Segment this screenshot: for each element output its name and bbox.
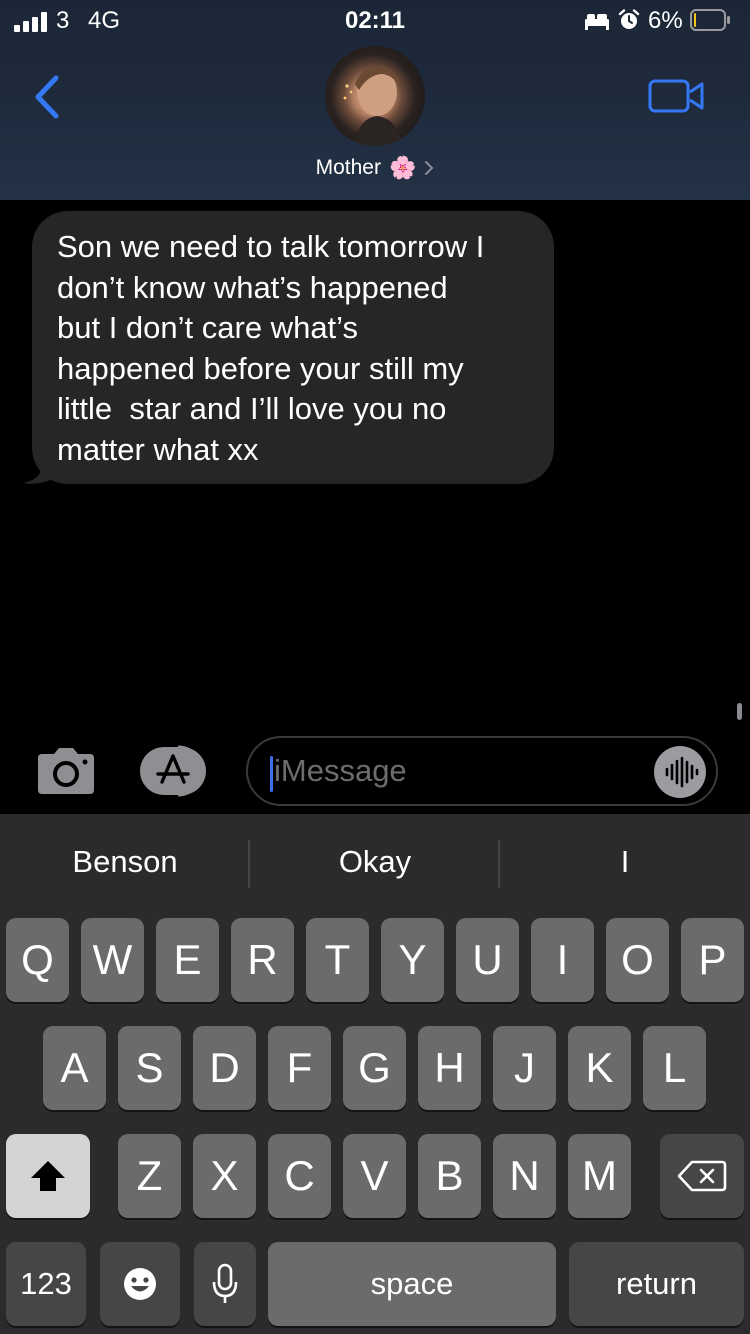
key-label: M bbox=[582, 1152, 617, 1199]
key-a[interactable]: A bbox=[43, 1026, 106, 1110]
key-label: N bbox=[509, 1152, 540, 1199]
key-label: Y bbox=[398, 936, 427, 983]
key-g[interactable]: G bbox=[343, 1026, 406, 1110]
imessage-input[interactable]: iMessage bbox=[246, 736, 718, 806]
key-c[interactable]: C bbox=[268, 1134, 331, 1218]
chevron-right-icon bbox=[425, 161, 434, 175]
return-key-label: return bbox=[616, 1266, 697, 1301]
key-label: B bbox=[435, 1152, 464, 1199]
key-j[interactable]: J bbox=[493, 1026, 556, 1110]
key-label: X bbox=[210, 1152, 239, 1199]
key-t[interactable]: T bbox=[306, 918, 369, 1002]
backspace-key[interactable] bbox=[660, 1134, 744, 1218]
key-y[interactable]: Y bbox=[381, 918, 444, 1002]
contact-avatar[interactable] bbox=[325, 46, 425, 146]
key-label: V bbox=[360, 1152, 389, 1199]
key-label: F bbox=[286, 1044, 313, 1091]
alarm-icon bbox=[618, 9, 640, 29]
key-d[interactable]: D bbox=[193, 1026, 256, 1110]
text-caret bbox=[270, 756, 273, 792]
key-label: E bbox=[173, 936, 202, 983]
flower-emoji: 🌸 bbox=[388, 155, 417, 180]
key-v[interactable]: V bbox=[343, 1134, 406, 1218]
contact-name: Mother bbox=[315, 156, 381, 179]
key-s[interactable]: S bbox=[118, 1026, 181, 1110]
key-w[interactable]: W bbox=[81, 918, 144, 1002]
key-label: J bbox=[514, 1044, 535, 1091]
key-e[interactable]: E bbox=[156, 918, 219, 1002]
key-label: K bbox=[585, 1044, 614, 1091]
key-i[interactable]: I bbox=[531, 918, 594, 1002]
microphone-icon bbox=[212, 1263, 238, 1303]
suggestion-3[interactable]: I bbox=[500, 844, 750, 880]
key-q[interactable]: Q bbox=[6, 918, 69, 1002]
key-z[interactable]: Z bbox=[118, 1134, 181, 1218]
key-label: Z bbox=[136, 1152, 163, 1199]
key-label: I bbox=[556, 936, 569, 983]
key-l[interactable]: L bbox=[643, 1026, 706, 1110]
space-key[interactable]: space bbox=[268, 1242, 556, 1326]
space-key-label: space bbox=[370, 1266, 454, 1301]
suggestion-1[interactable]: Benson bbox=[0, 844, 250, 880]
key-label: U bbox=[472, 936, 503, 983]
audio-waveform-icon[interactable] bbox=[654, 746, 706, 798]
key-p[interactable]: P bbox=[681, 918, 744, 1002]
numbers-key[interactable]: 123 bbox=[6, 1242, 86, 1326]
key-m[interactable]: M bbox=[568, 1134, 631, 1218]
backspace-icon bbox=[677, 1160, 727, 1192]
contact-name-row[interactable]: Mother 🌸 bbox=[0, 152, 750, 184]
emoji-key[interactable] bbox=[100, 1242, 180, 1326]
key-label: W bbox=[92, 936, 133, 983]
return-key[interactable]: return bbox=[569, 1242, 744, 1326]
key-label: S bbox=[135, 1044, 164, 1091]
camera-icon[interactable] bbox=[34, 746, 98, 796]
key-label: P bbox=[698, 936, 727, 983]
battery-percentage: 6% bbox=[648, 7, 683, 34]
app-store-icon[interactable] bbox=[136, 744, 216, 798]
status-bar: 3 4G 02:11 6% bbox=[0, 0, 750, 44]
predictive-bar: Benson Okay I bbox=[0, 814, 750, 914]
keyboard: Benson Okay I QWERTYU I OP ASDFGH J K L ZXCVBNM… bbox=[0, 814, 750, 1334]
key-label: A bbox=[60, 1044, 89, 1091]
back-chevron-icon[interactable] bbox=[28, 72, 68, 122]
video-camera-icon[interactable] bbox=[646, 76, 706, 116]
key-b[interactable]: B bbox=[418, 1134, 481, 1218]
key-label: C bbox=[284, 1152, 315, 1199]
battery-icon bbox=[690, 9, 730, 31]
shift-icon bbox=[31, 1161, 65, 1191]
incoming-message-bubble[interactable]: Son we need to talk tomorrow I don’t kno… bbox=[32, 211, 554, 484]
key-label: L bbox=[662, 1044, 687, 1091]
key-u[interactable]: U bbox=[456, 918, 519, 1002]
key-label: H bbox=[434, 1044, 465, 1091]
suggestion-2[interactable]: Okay bbox=[250, 844, 500, 880]
key-o[interactable]: O bbox=[606, 918, 669, 1002]
bed-icon bbox=[585, 14, 609, 30]
key-label: Q bbox=[21, 936, 54, 983]
key-r[interactable]: R bbox=[231, 918, 294, 1002]
scroll-indicator bbox=[737, 703, 742, 720]
shift-key[interactable] bbox=[6, 1134, 90, 1218]
key-n[interactable]: N bbox=[493, 1134, 556, 1218]
key-label: R bbox=[247, 936, 278, 983]
message-text: Son we need to talk tomorrow I don’t kno… bbox=[57, 229, 485, 467]
key-label: O bbox=[621, 936, 654, 983]
key-f[interactable]: F bbox=[268, 1026, 331, 1110]
dictation-key[interactable] bbox=[194, 1242, 256, 1326]
key-label: D bbox=[209, 1044, 240, 1091]
input-placeholder: iMessage bbox=[274, 753, 407, 788]
numbers-key-label: 123 bbox=[20, 1266, 72, 1301]
key-k[interactable]: K bbox=[568, 1026, 631, 1110]
key-x[interactable]: X bbox=[193, 1134, 256, 1218]
key-label: G bbox=[358, 1044, 391, 1091]
key-label: T bbox=[324, 936, 351, 983]
conversation-header: 3 4G 02:11 6% Mother 🌸 bbox=[0, 0, 750, 200]
key-h[interactable]: H bbox=[418, 1026, 481, 1110]
emoji-icon bbox=[124, 1268, 156, 1300]
